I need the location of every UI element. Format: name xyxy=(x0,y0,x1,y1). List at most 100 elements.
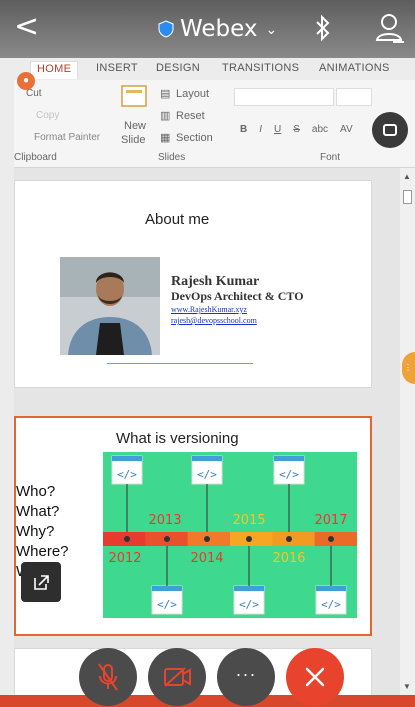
webex-top-bar: < Webex ⌄ xyxy=(0,0,415,58)
code-doc-header xyxy=(316,586,346,591)
slide-versioning[interactable]: What is versioning Who? What? Why? Where… xyxy=(14,416,372,636)
powerpoint-ribbon: HOME INSERT DESIGN TRANSITIONS ANIMATION… xyxy=(14,58,415,168)
shadow-button[interactable]: abc xyxy=(312,124,328,135)
tab-animations[interactable]: ANIMATIONS xyxy=(319,62,390,74)
bold-button[interactable]: B xyxy=(240,124,247,135)
question-item: Why? xyxy=(16,523,55,540)
underline-button[interactable]: U xyxy=(274,124,281,135)
timeline-year-label: 2015 xyxy=(232,513,265,528)
webex-title: Webex xyxy=(180,16,258,42)
new-slide-icon xyxy=(121,85,147,107)
pop-out-button[interactable] xyxy=(21,562,61,602)
code-doc-header xyxy=(234,586,264,591)
mic-muted-icon xyxy=(98,663,118,691)
code-icon-label: </> xyxy=(117,468,137,481)
video-button[interactable] xyxy=(148,648,206,706)
layout-icon xyxy=(383,124,397,136)
website-link[interactable]: www.RajeshKumar.xyz xyxy=(171,305,247,314)
tab-design[interactable]: DESIGN xyxy=(156,62,200,74)
code-doc-header xyxy=(112,456,142,461)
end-call-button[interactable] xyxy=(286,648,344,706)
tab-insert[interactable]: INSERT xyxy=(96,62,138,74)
presenter-role: DevOps Architect & CTO xyxy=(171,289,304,303)
code-icon-label: </> xyxy=(239,598,259,611)
tab-transitions[interactable]: TRANSITIONS xyxy=(222,62,299,74)
slide-thumbnails-pane: About me Rajesh Kumar DevOps Architect &… xyxy=(14,168,415,707)
person-photo-icon xyxy=(60,257,160,355)
divider xyxy=(107,363,253,364)
copy-button[interactable]: Copy xyxy=(36,110,59,121)
more-icon: ··· xyxy=(235,664,257,684)
slide-title: What is versioning xyxy=(116,430,239,447)
italic-button[interactable]: I xyxy=(259,124,262,135)
code-icon-label: </> xyxy=(157,598,177,611)
participants-icon[interactable] xyxy=(375,12,405,44)
question-item: Where? xyxy=(16,543,69,560)
tab-home[interactable]: HOME xyxy=(30,61,79,79)
code-doc-header xyxy=(274,456,304,461)
shield-icon xyxy=(158,20,174,38)
timeline-year-label: 2017 xyxy=(314,513,347,528)
close-icon xyxy=(305,667,325,687)
spacing-button[interactable]: AV xyxy=(340,124,353,135)
profile-photo xyxy=(60,257,160,355)
version-timeline: </> </> </> </> </> </> 2013 2015 2017 2012 2014 20… xyxy=(103,452,357,618)
new-slide-label-2[interactable]: Slide xyxy=(121,134,145,146)
mute-button[interactable] xyxy=(79,648,137,706)
timeline-graphic: </> </> </> </> </> </> 2013 2015 2017 2012 2014 20… xyxy=(103,455,357,615)
code-icon-label: </> xyxy=(197,468,217,481)
font-name-box[interactable] xyxy=(234,88,334,106)
email-link[interactable]: rajesh@devopsschool.com xyxy=(171,316,257,325)
bluetooth-icon[interactable] xyxy=(314,14,332,42)
code-doc-header xyxy=(192,456,222,461)
font-size-box[interactable] xyxy=(336,88,372,106)
font-format-buttons: B I U S abc AV xyxy=(240,124,353,135)
recording-indicator: ● xyxy=(17,72,35,90)
left-edge xyxy=(0,58,14,695)
ribbon-tabs: HOME INSERT DESIGN TRANSITIONS ANIMATION… xyxy=(14,58,415,80)
scrollbar[interactable]: ▲ ▼ xyxy=(400,168,415,695)
more-options-button[interactable]: ··· xyxy=(217,648,275,706)
timeline-node xyxy=(164,536,170,542)
section-icon: ▦ xyxy=(160,132,171,144)
code-icon-label: </> xyxy=(321,598,341,611)
timeline-bar-segment xyxy=(272,532,316,546)
side-panel-tab[interactable]: ⋮ xyxy=(402,352,415,384)
timeline-node xyxy=(286,536,292,542)
format-painter-button[interactable]: Format Painter xyxy=(34,132,100,143)
clipboard-group-label: Clipboard xyxy=(14,152,57,163)
presenter-name: Rajesh Kumar xyxy=(171,274,260,289)
new-slide-label[interactable]: New xyxy=(124,120,146,132)
layout-button[interactable]: Layout xyxy=(176,88,209,100)
reset-icon: ▥ xyxy=(160,110,171,122)
strikethrough-button[interactable]: S xyxy=(293,124,300,135)
timeline-node xyxy=(124,536,130,542)
back-icon[interactable]: < xyxy=(14,12,39,42)
font-group-label: Font xyxy=(320,152,341,163)
meeting-title[interactable]: Webex ⌄ xyxy=(158,14,277,44)
code-icon-label: </> xyxy=(279,468,299,481)
section-button[interactable]: Section xyxy=(176,132,213,144)
timeline-year-label: 2012 xyxy=(108,551,141,566)
scroll-thumb[interactable] xyxy=(403,190,412,204)
timeline-bar-segment xyxy=(314,532,357,546)
status-strip xyxy=(0,695,415,707)
slide-about-me[interactable]: About me Rajesh Kumar DevOps Architect &… xyxy=(14,180,372,388)
chevron-down-icon: ⌄ xyxy=(265,20,278,37)
timeline-node xyxy=(328,536,334,542)
slide-title: About me xyxy=(145,211,210,228)
external-link-icon xyxy=(34,575,49,590)
timeline-year-label: 2016 xyxy=(272,551,305,566)
reset-button[interactable]: Reset xyxy=(176,110,205,122)
scroll-down-icon[interactable]: ▼ xyxy=(403,682,411,691)
question-item: Who? xyxy=(16,483,56,500)
timeline-year-label: 2013 xyxy=(148,513,181,528)
layout-icon: ▤ xyxy=(160,88,171,100)
layout-toggle-button[interactable] xyxy=(372,112,408,148)
slides-group-label: Slides xyxy=(158,152,186,163)
video-off-icon xyxy=(164,667,191,687)
code-doc-header xyxy=(152,586,182,591)
timeline-node xyxy=(246,536,252,542)
scroll-up-icon[interactable]: ▲ xyxy=(403,172,411,181)
timeline-year-label: 2014 xyxy=(190,551,223,566)
